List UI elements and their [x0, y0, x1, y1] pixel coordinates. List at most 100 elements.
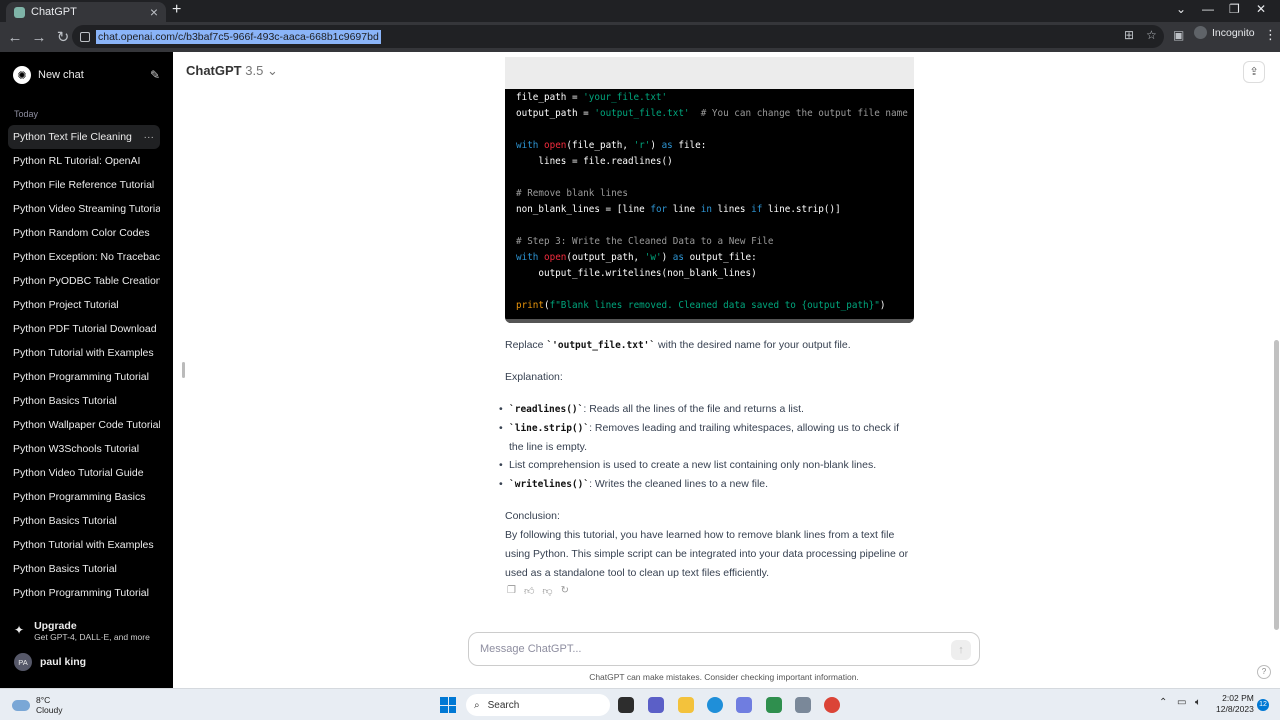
volume-icon[interactable]: 🔈︎ — [1195, 697, 1201, 708]
reload-button[interactable]: ↻ — [52, 28, 74, 46]
chat-history-item[interactable]: Python Text File Cleaning ··· — [8, 125, 160, 149]
tray-overflow-icon[interactable]: ⌃ — [1159, 697, 1167, 708]
tool-app-icon[interactable] — [795, 697, 811, 713]
model-selector[interactable]: ChatGPT 3.5 ⌄ — [186, 63, 278, 79]
tab-strip: ChatGPT × + ⌄ — ❐ ✕ — [0, 0, 1280, 22]
chat-history-item[interactable]: Python Video Tutorial Guide — [8, 461, 160, 485]
edit-icon[interactable]: ✎ — [150, 68, 160, 82]
chat-title: Python PyODBC Table Creation — [13, 275, 160, 287]
taskbar-search[interactable]: ⌕ Search — [466, 694, 610, 716]
incognito-indicator[interactable]: Incognito — [1194, 26, 1255, 39]
chat-history-item[interactable]: Python Programming Tutorial — [8, 365, 160, 389]
chat-history-item[interactable]: Python Tutorial with Examples — [8, 341, 160, 365]
notification-badge[interactable]: 12 — [1257, 699, 1269, 711]
send-button[interactable]: ↑ — [951, 640, 971, 660]
back-button[interactable]: ← — [4, 29, 26, 46]
close-window-button[interactable]: ✕ — [1256, 2, 1266, 16]
forward-button[interactable]: → — [28, 29, 50, 46]
thumbs-down-icon[interactable]: 👎︎ — [542, 585, 552, 597]
upgrade-title: Upgrade — [34, 620, 77, 632]
message-input[interactable]: Message ChatGPT... ↑ — [468, 632, 980, 666]
more-options-icon[interactable]: ··· — [144, 131, 155, 143]
chat-history-item[interactable]: Python Video Streaming Tutorial — [8, 197, 160, 221]
list-item: • List comprehension is used to create a … — [499, 459, 877, 471]
search-icon: ⌕ — [474, 699, 480, 711]
chat-app-icon[interactable] — [648, 697, 664, 713]
chat-title: Python Tutorial with Examples — [13, 539, 154, 551]
main-panel: ChatGPT 3.5 ⌄ ⇪ file_path = 'your_file.t… — [173, 52, 1280, 688]
browser-tab[interactable]: ChatGPT × — [6, 2, 166, 22]
disclaimer: ChatGPT can make mistakes. Consider chec… — [589, 672, 859, 682]
chevron-down-icon: ⌄ — [266, 63, 278, 78]
chat-history-item[interactable]: Python RL Tutorial: OpenAI — [8, 149, 160, 173]
sidebar-collapse-handle[interactable] — [182, 362, 185, 378]
weather-widget[interactable]: 8°C Cloudy — [12, 695, 62, 715]
chat-history-item[interactable]: Python PyODBC Table Creation — [8, 269, 160, 293]
model-version: 3.5 — [245, 63, 264, 78]
tab-search-icon[interactable]: ⌄ — [1176, 2, 1186, 16]
copy-icon[interactable]: ❐ — [507, 585, 516, 597]
share-button[interactable]: ⇪ — [1243, 61, 1265, 83]
chat-history-item[interactable]: Python W3Schools Tutorial — [8, 437, 160, 461]
chat-history-item[interactable]: Python File Reference Tutorial — [8, 173, 160, 197]
chat-history-item[interactable]: Python Project Tutorial — [8, 293, 160, 317]
code-horizontal-scrollbar[interactable] — [505, 319, 914, 323]
conclusion-text: By following this tutorial, you have lea… — [505, 529, 909, 579]
maximize-button[interactable]: ❐ — [1229, 2, 1240, 16]
scrollbar[interactable] — [1274, 340, 1279, 630]
chat-history-item[interactable]: Python Basics Tutorial — [8, 557, 160, 581]
chat-title: Python Tutorial with Examples — [13, 347, 154, 359]
system-clock[interactable]: 2:02 PM 12/8/2023 — [1216, 693, 1254, 715]
code-block: file_path = 'your_file.txt' output_path … — [505, 57, 914, 323]
chat-title: Python Video Tutorial Guide — [13, 467, 144, 479]
upgrade-subtitle: Get GPT-4, DALL·E, and more — [34, 632, 150, 642]
user-menu[interactable]: PA paul king — [14, 653, 86, 671]
model-name: ChatGPT — [186, 63, 242, 78]
share-icon: ⇪ — [1249, 66, 1259, 78]
excel-icon[interactable] — [766, 697, 782, 713]
thumbs-up-icon[interactable]: 👍︎ — [524, 585, 534, 597]
chat-history-item[interactable]: Python Basics Tutorial — [8, 389, 160, 413]
search-label: Search — [487, 699, 520, 711]
vpn-app-icon[interactable] — [736, 697, 752, 713]
tab-close-icon[interactable]: × — [150, 4, 158, 20]
chat-title: Python Random Color Codes — [13, 227, 150, 239]
regenerate-icon[interactable]: ↻ — [561, 585, 569, 597]
bookmark-star-icon[interactable]: ☆ — [1146, 28, 1157, 42]
chat-title: Python W3Schools Tutorial — [13, 443, 140, 455]
cloud-icon — [12, 699, 30, 711]
network-icon[interactable]: ▭ — [1177, 697, 1186, 708]
chat-title: Python Programming Tutorial — [13, 371, 149, 383]
chrome-icon[interactable] — [824, 697, 840, 713]
sparkle-icon: ✦ — [14, 623, 25, 637]
browser-menu-icon[interactable]: ⋮ — [1264, 27, 1277, 43]
chat-title: Python Basics Tutorial — [13, 515, 117, 527]
new-chat-button[interactable]: ✺ New chat ✎ — [10, 64, 160, 86]
chat-history-item[interactable]: Python Tutorial with Examples — [8, 533, 160, 557]
side-panel-icon[interactable]: ▣ — [1173, 28, 1184, 42]
chat-history-item[interactable]: Python PDF Tutorial Download — [8, 317, 160, 341]
file-explorer-icon[interactable] — [678, 697, 694, 713]
start-button[interactable] — [440, 697, 456, 713]
chat-title: Python Basics Tutorial — [13, 563, 117, 575]
incognito-icon — [1194, 26, 1207, 39]
new-chat-label: New chat — [38, 69, 84, 81]
chat-history-item[interactable]: Python Basics Tutorial — [8, 509, 160, 533]
openai-logo-icon: ✺ — [13, 66, 31, 84]
chat-history-item[interactable]: Python Programming Tutorial — [8, 581, 160, 605]
message-placeholder: Message ChatGPT... — [480, 643, 582, 655]
install-app-icon[interactable]: ⊞ — [1124, 28, 1134, 42]
edge-browser-icon[interactable] — [707, 697, 723, 713]
new-tab-button[interactable]: + — [172, 1, 181, 19]
chat-history-item[interactable]: Python Random Color Codes — [8, 221, 160, 245]
help-button[interactable]: ? — [1257, 665, 1271, 679]
chat-history-item[interactable]: Python Programming Basics — [8, 485, 160, 509]
chat-history-item[interactable]: Python Wallpaper Code Tutorial — [8, 413, 160, 437]
site-info-icon[interactable] — [80, 31, 90, 42]
task-view-icon[interactable] — [618, 697, 634, 713]
chat-history-item[interactable]: Python Exception: No Traceback — [8, 245, 160, 269]
address-bar[interactable]: chat.openai.com/c/b3baf7c5-966f-493c-aac… — [72, 25, 1164, 48]
minimize-button[interactable]: — — [1202, 2, 1214, 16]
upgrade-button[interactable]: ✦ Upgrade Get GPT-4, DALL·E, and more — [14, 620, 150, 642]
url-text[interactable]: chat.openai.com/c/b3baf7c5-966f-493c-aac… — [96, 29, 381, 44]
